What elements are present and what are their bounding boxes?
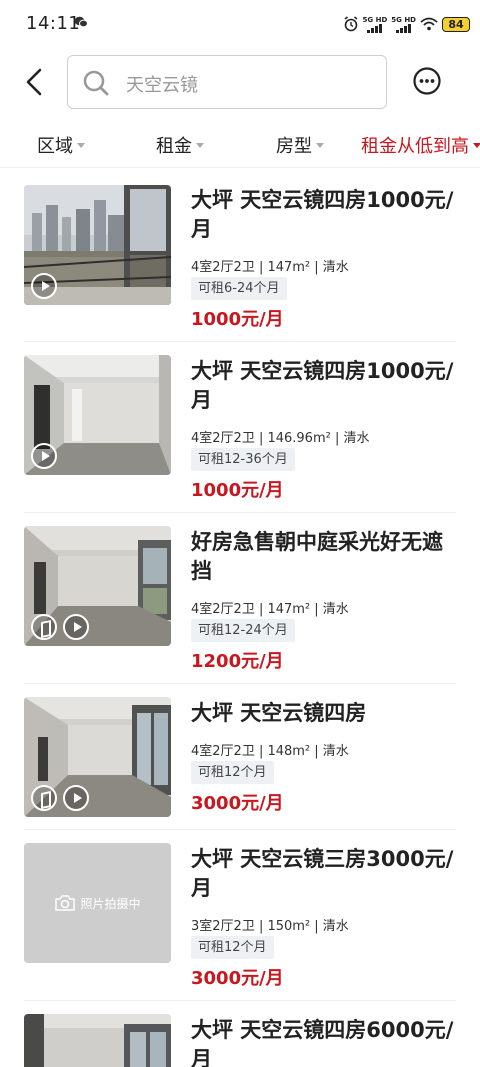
battery-indicator: 84	[442, 16, 470, 32]
status-time: 14:11	[26, 13, 81, 34]
listing-meta: 3室2厅2卫 | 150m² | 清水	[191, 919, 349, 934]
lease-term-tag: 可租6-24个月	[191, 277, 287, 300]
listing-thumbnail[interactable]	[24, 355, 171, 475]
listing-meta: 4室2厅2卫 | 147m² | 清水	[191, 260, 349, 275]
filter-layout-label: 房型	[276, 136, 312, 157]
filter-area-label: 区域	[37, 136, 73, 157]
filter-bar: 区域 租金 房型 租金从低到高	[0, 122, 480, 168]
chevron-down-icon	[316, 142, 324, 148]
vr-view-icon	[31, 614, 57, 640]
search-icon	[83, 70, 109, 96]
listing-title: 好房急售朝中庭采光好无遮挡	[191, 530, 443, 583]
status-bar: 14:11 5G HD 5G HD 84	[0, 0, 480, 50]
video-play-icon	[63, 614, 89, 640]
listing-thumbnail[interactable]	[24, 526, 171, 646]
filter-rent[interactable]: 租金	[156, 132, 204, 158]
status-icons: 5G HD 5G HD 84	[343, 12, 470, 36]
filter-sort[interactable]: 租金从低到高	[361, 132, 480, 158]
divider	[24, 829, 456, 830]
signal-1: 5G HD	[362, 15, 388, 33]
photo-pending-placeholder: 照片拍摄中	[24, 843, 171, 963]
lease-term-tag: 可租12-36个月	[191, 448, 295, 471]
more-options-icon[interactable]	[412, 66, 442, 96]
listing-price: 1000元/月	[191, 309, 284, 330]
chevron-down-icon	[77, 142, 85, 148]
listing-meta: 4室2厅2卫 | 148m² | 清水	[191, 744, 349, 759]
listing-title: 大坪 天空云镜四房6000元/月	[191, 1018, 454, 1067]
filter-sort-label: 租金从低到高	[361, 136, 469, 157]
lease-term-tag: 可租12-24个月	[191, 619, 295, 642]
chevron-down-icon	[196, 142, 204, 148]
filter-rent-label: 租金	[156, 136, 192, 157]
header: 天空云镜	[0, 50, 480, 114]
listing-meta: 4室2厅2卫 | 146.96m² | 清水	[191, 431, 370, 446]
signal-2: 5G HD	[391, 16, 416, 33]
filter-area[interactable]: 区域	[37, 132, 85, 158]
listing-meta: 4室2厅2卫 | 147m² | 清水	[191, 602, 349, 617]
video-play-icon	[63, 785, 89, 811]
divider	[24, 1000, 456, 1001]
listing-thumbnail[interactable]	[24, 697, 171, 817]
divider	[24, 512, 456, 513]
signal-1-label: 5G HD	[362, 15, 388, 24]
filter-layout[interactable]: 房型	[276, 132, 324, 158]
back-arrow-icon[interactable]	[20, 64, 52, 100]
listing-title: 大坪 天空云镜四房1000元/月	[191, 359, 454, 412]
camera-icon	[55, 895, 76, 911]
divider	[24, 683, 456, 684]
chevron-down-icon	[473, 142, 480, 148]
listing-price: 1200元/月	[191, 651, 284, 672]
listing-thumbnail[interactable]	[24, 185, 171, 305]
listing-price: 3000元/月	[191, 793, 284, 814]
search-input[interactable]: 天空云镜	[67, 55, 387, 109]
wifi-icon	[420, 17, 438, 31]
video-play-icon	[31, 443, 57, 469]
listing-price: 1000元/月	[191, 480, 284, 501]
listing-title: 大坪 天空云镜四房1000元/月	[191, 188, 454, 241]
photo-pending-label: 照片拍摄中	[80, 896, 141, 911]
lease-term-tag: 可租12个月	[191, 936, 274, 959]
vr-view-icon	[31, 785, 57, 811]
wechat-icon	[74, 16, 88, 28]
signal-bars-icon	[396, 23, 412, 33]
divider	[24, 341, 456, 342]
lease-term-tag: 可租12个月	[191, 761, 274, 784]
listing-price: 3000元/月	[191, 968, 284, 989]
listing-thumbnail[interactable]	[24, 1014, 171, 1067]
video-play-icon	[31, 273, 57, 299]
listing-thumbnail[interactable]: 照片拍摄中	[24, 843, 171, 963]
signal-bars-icon	[367, 23, 383, 33]
empty-room-photo	[24, 1014, 171, 1067]
listing-title: 大坪 天空云镜三房3000元/月	[191, 847, 454, 900]
search-placeholder: 天空云镜	[126, 75, 198, 96]
alarm-icon	[344, 16, 358, 32]
listing-title: 大坪 天空云镜四房	[191, 701, 367, 725]
signal-2-label: 5G HD	[391, 15, 416, 24]
